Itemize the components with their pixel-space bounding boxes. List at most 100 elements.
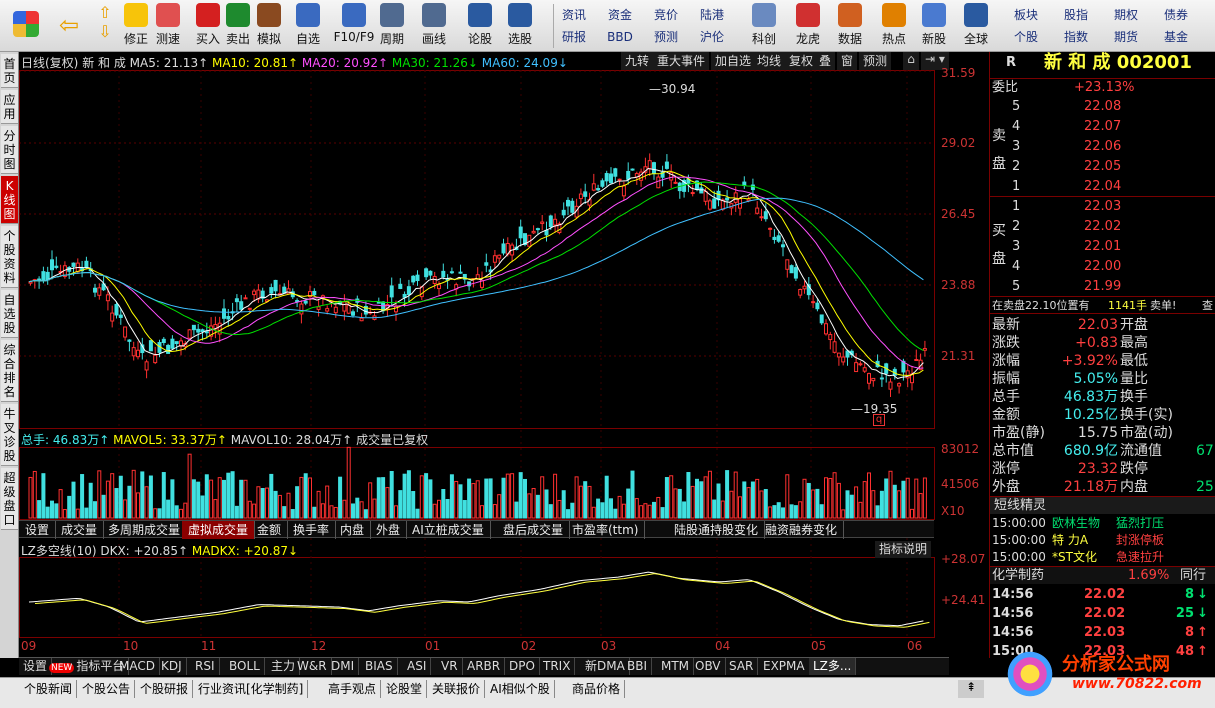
toolbar-button-2[interactable]: 买入 — [192, 3, 224, 49]
toolbar-button-5[interactable]: 自选 — [292, 3, 324, 49]
indicator-explain-button[interactable]: 指标说明 — [875, 541, 932, 558]
left-tab-4[interactable]: 个股资料 — [1, 226, 18, 288]
grid-button[interactable]: 竞价 — [644, 5, 688, 25]
grid-button[interactable]: 指数 — [1054, 27, 1098, 47]
ask-row[interactable]: 3 22.06 — [990, 138, 1215, 156]
volume-subtab[interactable]: 成交量 — [55, 521, 105, 539]
ask-row[interactable]: 4 22.07 — [990, 118, 1215, 136]
news-tab[interactable]: 论股堂 — [382, 680, 428, 698]
indicator-tab[interactable]: DMI — [327, 658, 360, 675]
toolbar-button-8[interactable]: 画线 — [418, 3, 450, 49]
grid-button[interactable]: 资讯 — [552, 5, 596, 25]
volume-subtab[interactable]: 虚拟成交量 — [182, 521, 256, 539]
bid-row[interactable]: 1 22.03 — [990, 198, 1215, 216]
bid-row[interactable]: 5 21.99 — [990, 278, 1215, 296]
news-tab[interactable]: 关联报价 — [428, 680, 486, 698]
toolbar-button-6[interactable]: F10/F9 — [332, 3, 376, 49]
grid-button[interactable]: 研报 — [552, 27, 596, 47]
left-tab-6[interactable]: 综合排名 — [1, 340, 18, 402]
toolbar-button-b1[interactable]: 龙虎 — [790, 3, 826, 49]
volume-subtab[interactable]: 内盘 — [334, 521, 372, 539]
indicator-tab[interactable]: SAR — [725, 658, 759, 675]
left-tab-5[interactable]: 自选股 — [1, 290, 18, 338]
indicator-tab[interactable]: BOLL — [225, 658, 265, 675]
news-tab[interactable]: 行业资讯[化学制药] — [194, 680, 309, 698]
grid-button[interactable]: 预测 — [644, 27, 688, 47]
collapse-up-icon[interactable]: ⇞ — [958, 680, 984, 698]
grid-button[interactable]: 期货 — [1104, 27, 1148, 47]
up-down-buttons[interactable]: ⇧ ⇩ — [90, 3, 120, 49]
volume-subtab[interactable]: AI立桩成交量 — [406, 521, 491, 539]
toolbar-button-9[interactable]: 论股 — [464, 3, 496, 49]
grid-button[interactable]: 股指 — [1054, 5, 1098, 25]
toolbar-button-4[interactable]: 模拟 — [253, 3, 285, 49]
kline-svg[interactable] — [19, 52, 987, 658]
news-tab[interactable]: 个股公告 — [78, 680, 136, 698]
news-tab[interactable]: 高手观点 — [324, 680, 382, 698]
indicator-tab[interactable]: MACD — [115, 658, 160, 675]
grid-button[interactable]: 沪伦 — [690, 27, 734, 47]
indicator-tab[interactable]: MTM — [657, 658, 695, 675]
bid-row[interactable]: 3 22.01 — [990, 238, 1215, 256]
indicator-tab[interactable]: ARBR — [463, 658, 506, 675]
toolbar-button-1[interactable]: 测速 — [152, 3, 184, 49]
windows-menu-button[interactable] — [6, 3, 46, 49]
left-tab-0[interactable]: 首页 — [1, 54, 18, 88]
grid-button[interactable]: 期权 — [1104, 5, 1148, 25]
indicator-tab[interactable]: KDJ — [157, 658, 187, 675]
news-tab[interactable]: 个股新闻 — [20, 680, 78, 698]
indicator-tab[interactable]: EXPMA — [759, 658, 810, 675]
grid-button[interactable]: 债券 — [1154, 5, 1198, 25]
ask-row[interactable]: 2 22.05 — [990, 158, 1215, 176]
news-tab[interactable]: 商品价格 — [568, 680, 626, 698]
indicator-tab[interactable]: ASI — [403, 658, 432, 675]
indicator-tab[interactable]: BBI — [623, 658, 653, 675]
big-order-notice[interactable]: 在卖盘22.10位置有 1141手 卖单! 查 — [990, 296, 1215, 314]
news-tab[interactable]: 个股研报 — [136, 680, 194, 698]
volume-subtab[interactable]: 换手率 — [287, 521, 337, 539]
back-button[interactable]: ⇦ — [52, 3, 86, 49]
volume-subtab[interactable]: 市盈率(ttm) — [566, 521, 646, 539]
left-tab-1[interactable]: 应用 — [1, 90, 18, 124]
ask-row[interactable]: 5 22.08 — [990, 98, 1215, 116]
ask-row[interactable]: 1 22.04 — [990, 178, 1215, 196]
toolbar-button-0[interactable]: 修正 — [120, 3, 152, 49]
grid-button[interactable]: 基金 — [1154, 27, 1198, 47]
indicator-tab[interactable]: BIAS — [361, 658, 398, 675]
indicator-tab[interactable]: LZ多... — [809, 658, 857, 675]
down-arrow-icon[interactable]: ⇩ — [90, 22, 120, 41]
bid-row[interactable]: 2 22.02 — [990, 218, 1215, 236]
grid-button[interactable]: BBD — [598, 27, 642, 47]
volume-subtab[interactable]: 金额 — [251, 521, 289, 539]
toolbar-button-7[interactable]: 周期 — [376, 3, 408, 49]
up-arrow-icon[interactable]: ⇧ — [90, 3, 120, 22]
sector-row[interactable]: 化学制药 1.69% 同行 — [990, 566, 1215, 584]
grid-button[interactable]: 资金 — [598, 5, 642, 25]
toolbar-button-b0[interactable]: 科创 — [746, 3, 782, 49]
volume-subtab[interactable]: 设置 — [19, 521, 57, 539]
indicator-tab[interactable]: VR — [437, 658, 463, 675]
toolbar-button-10[interactable]: 选股 — [504, 3, 536, 49]
grid-button[interactable]: 陆港 — [690, 5, 734, 25]
indicator-tab[interactable]: OBV — [691, 658, 726, 675]
short-spirit-header[interactable]: 短线精灵 — [990, 496, 1215, 514]
bid-row[interactable]: 4 22.00 — [990, 258, 1215, 276]
news-tab[interactable]: AI相似个股 — [486, 680, 555, 698]
left-tab-7[interactable]: 牛叉诊股 — [1, 404, 18, 466]
event-marker-icon[interactable]: q — [873, 414, 885, 426]
volume-subtab[interactable]: 陆股通持股变化 — [668, 521, 766, 539]
toolbar-button-b5[interactable]: 全球 — [958, 3, 994, 49]
left-tab-3[interactable]: K线图 — [1, 176, 18, 224]
grid-button[interactable]: 板块 — [1004, 5, 1048, 25]
volume-subtab[interactable]: 盘后成交量 — [497, 521, 571, 539]
left-tab-8[interactable]: 超级盘口 — [1, 468, 18, 530]
alert-row[interactable]: 15:00:00 *ST文化 急速拉升 — [990, 548, 1215, 566]
toolbar-button-3[interactable]: 卖出 — [222, 3, 254, 49]
volume-subtab[interactable]: 融资融券变化 — [759, 521, 845, 539]
indicator-tab[interactable]: RSI — [191, 658, 220, 675]
kline-chart-area[interactable]: 日线(复权) 新 和 成 MA5: 21.13↑ MA10: 20.81↑ MA… — [19, 52, 987, 675]
volume-subtab[interactable]: 多周期成交量 — [102, 521, 188, 539]
indicator-tab[interactable]: W&R — [293, 658, 332, 675]
grid-button[interactable]: 个股 — [1004, 27, 1048, 47]
peer-button[interactable]: 同行 — [1180, 567, 1206, 585]
